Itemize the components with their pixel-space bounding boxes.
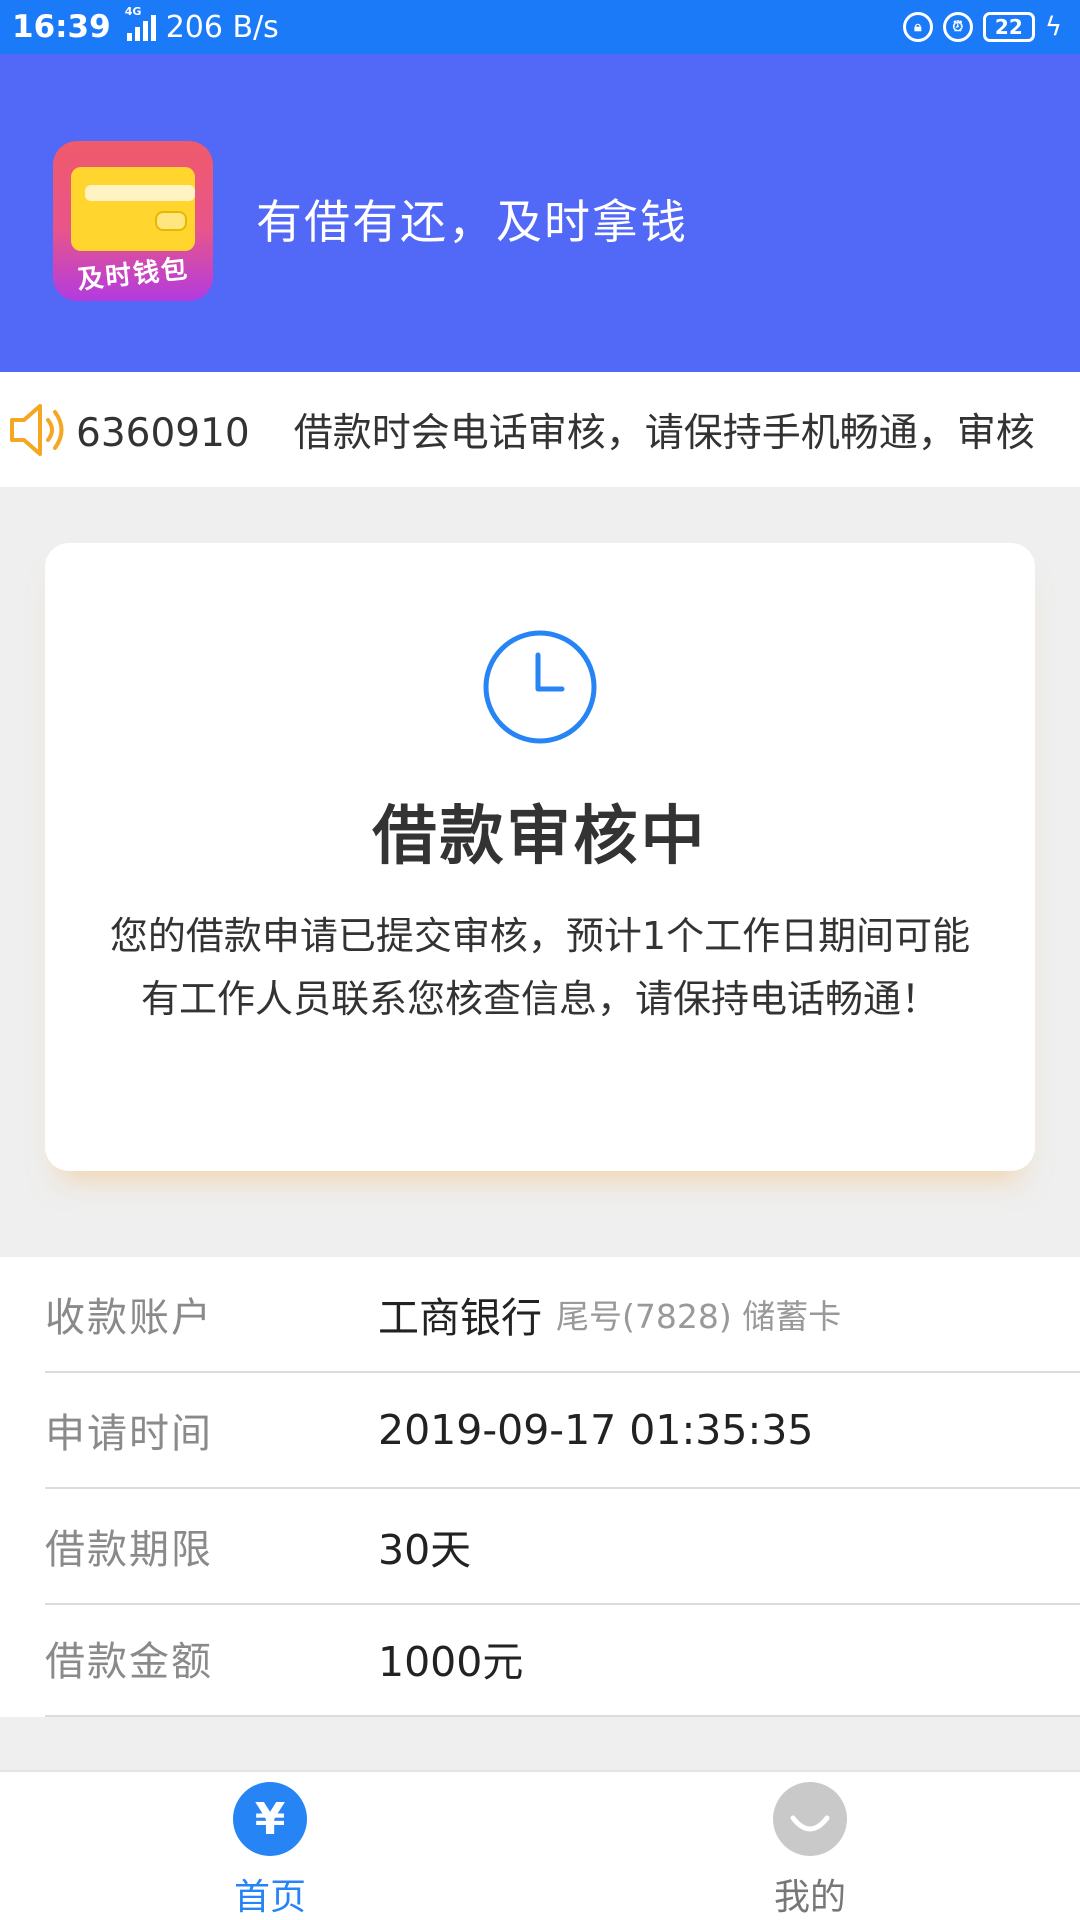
row-label: 收款账户 [45,1295,213,1341]
row-value: 1000元 [378,1638,524,1686]
row-apply-time: 申请时间 2019-09-17 01:35:35 [45,1373,1080,1489]
alarm-icon: ⏰︎ [942,12,973,42]
bank-name: 工商银行 [378,1294,542,1342]
review-status-card: 借款审核中 您的借款申请已提交审核，预计1个工作日期间可能有工作人员联系您核查信… [45,543,1035,1171]
row-account: 收款账户 工商银行 尾号(7828) 储蓄卡 [45,1257,1080,1373]
row-value: 30天 [378,1526,472,1574]
row-label: 借款金额 [45,1639,213,1685]
card-title: 借款审核中 [372,800,708,874]
row-label: 申请时间 [45,1411,213,1457]
status-bar: 16:39 4G 206 B/s 🔒︎ ⏰︎ 22 ϟ [0,0,1080,54]
row-amount: 借款金额 1000元 [45,1601,1080,1717]
battery-level: 22 [994,15,1023,39]
yen-icon: ¥ [233,1782,307,1856]
card-description: 您的借款申请已提交审核，预计1个工作日期间可能有工作人员联系您核查信息，请保持电… [109,914,971,1021]
tab-home[interactable]: ¥ 首页 [170,1772,370,1920]
notice-message: 借款时会电话审核，请保持手机畅通，审核 [293,411,1035,456]
loan-info-list: 收款账户 工商银行 尾号(7828) 储蓄卡 申请时间 2019-09-17 0… [0,1257,1080,1717]
network-type: 4G [124,5,142,18]
notice-prefix: 6360910 [76,411,250,456]
wallet-icon [71,167,195,251]
row-value: 2019-09-17 01:35:35 [378,1406,814,1454]
clock-icon [483,630,597,744]
slogan: 有借有还，及时拿钱 [256,195,688,249]
header: 及时钱包 有借有还，及时拿钱 [0,54,1080,372]
battery-icon: 22 [982,12,1035,42]
speaker-icon [10,404,64,456]
notice-text: 6360910 借款时会电话审核，请保持手机畅通，审核 [76,402,1035,458]
row-label: 借款期限 [45,1527,213,1573]
card-detail: 尾号(7828) 储蓄卡 [556,1297,842,1336]
tab-label: 首页 [233,1877,306,1918]
status-right: 🔒︎ ⏰︎ 22 ϟ [902,12,1062,42]
charging-icon: ϟ [1044,12,1062,42]
net-speed: 206 B/s [165,9,279,45]
status-left: 16:39 4G 206 B/s [12,5,279,45]
smile-icon [773,1782,847,1856]
app-logo: 及时钱包 [53,141,213,301]
status-time: 16:39 [12,9,111,45]
row-term: 借款期限 30天 [45,1489,1080,1605]
tab-mine[interactable]: 我的 [710,1772,910,1920]
tab-bar: ¥ 首页 我的 [0,1770,1080,1920]
signal-icon: 4G [125,5,156,41]
lock-rotation-icon: 🔒︎ [902,12,933,42]
notice-bar[interactable]: 6360910 借款时会电话审核，请保持手机畅通，审核 [0,372,1080,487]
logo-text: 及时钱包 [75,254,191,296]
tab-label: 我的 [773,1877,846,1918]
